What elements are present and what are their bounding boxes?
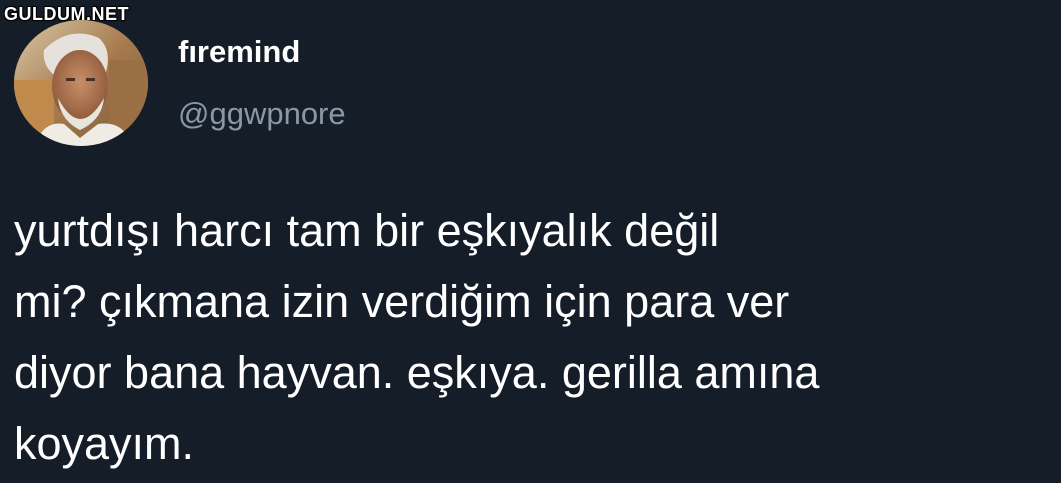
- avatar[interactable]: [14, 20, 148, 146]
- avatar-photo-icon: [14, 20, 148, 146]
- display-name[interactable]: fıremind: [178, 32, 300, 72]
- tweet-text: yurtdışı harcı tam bir eşkıyalık değil m…: [14, 205, 820, 469]
- user-handle[interactable]: @ggwpnore: [178, 94, 346, 134]
